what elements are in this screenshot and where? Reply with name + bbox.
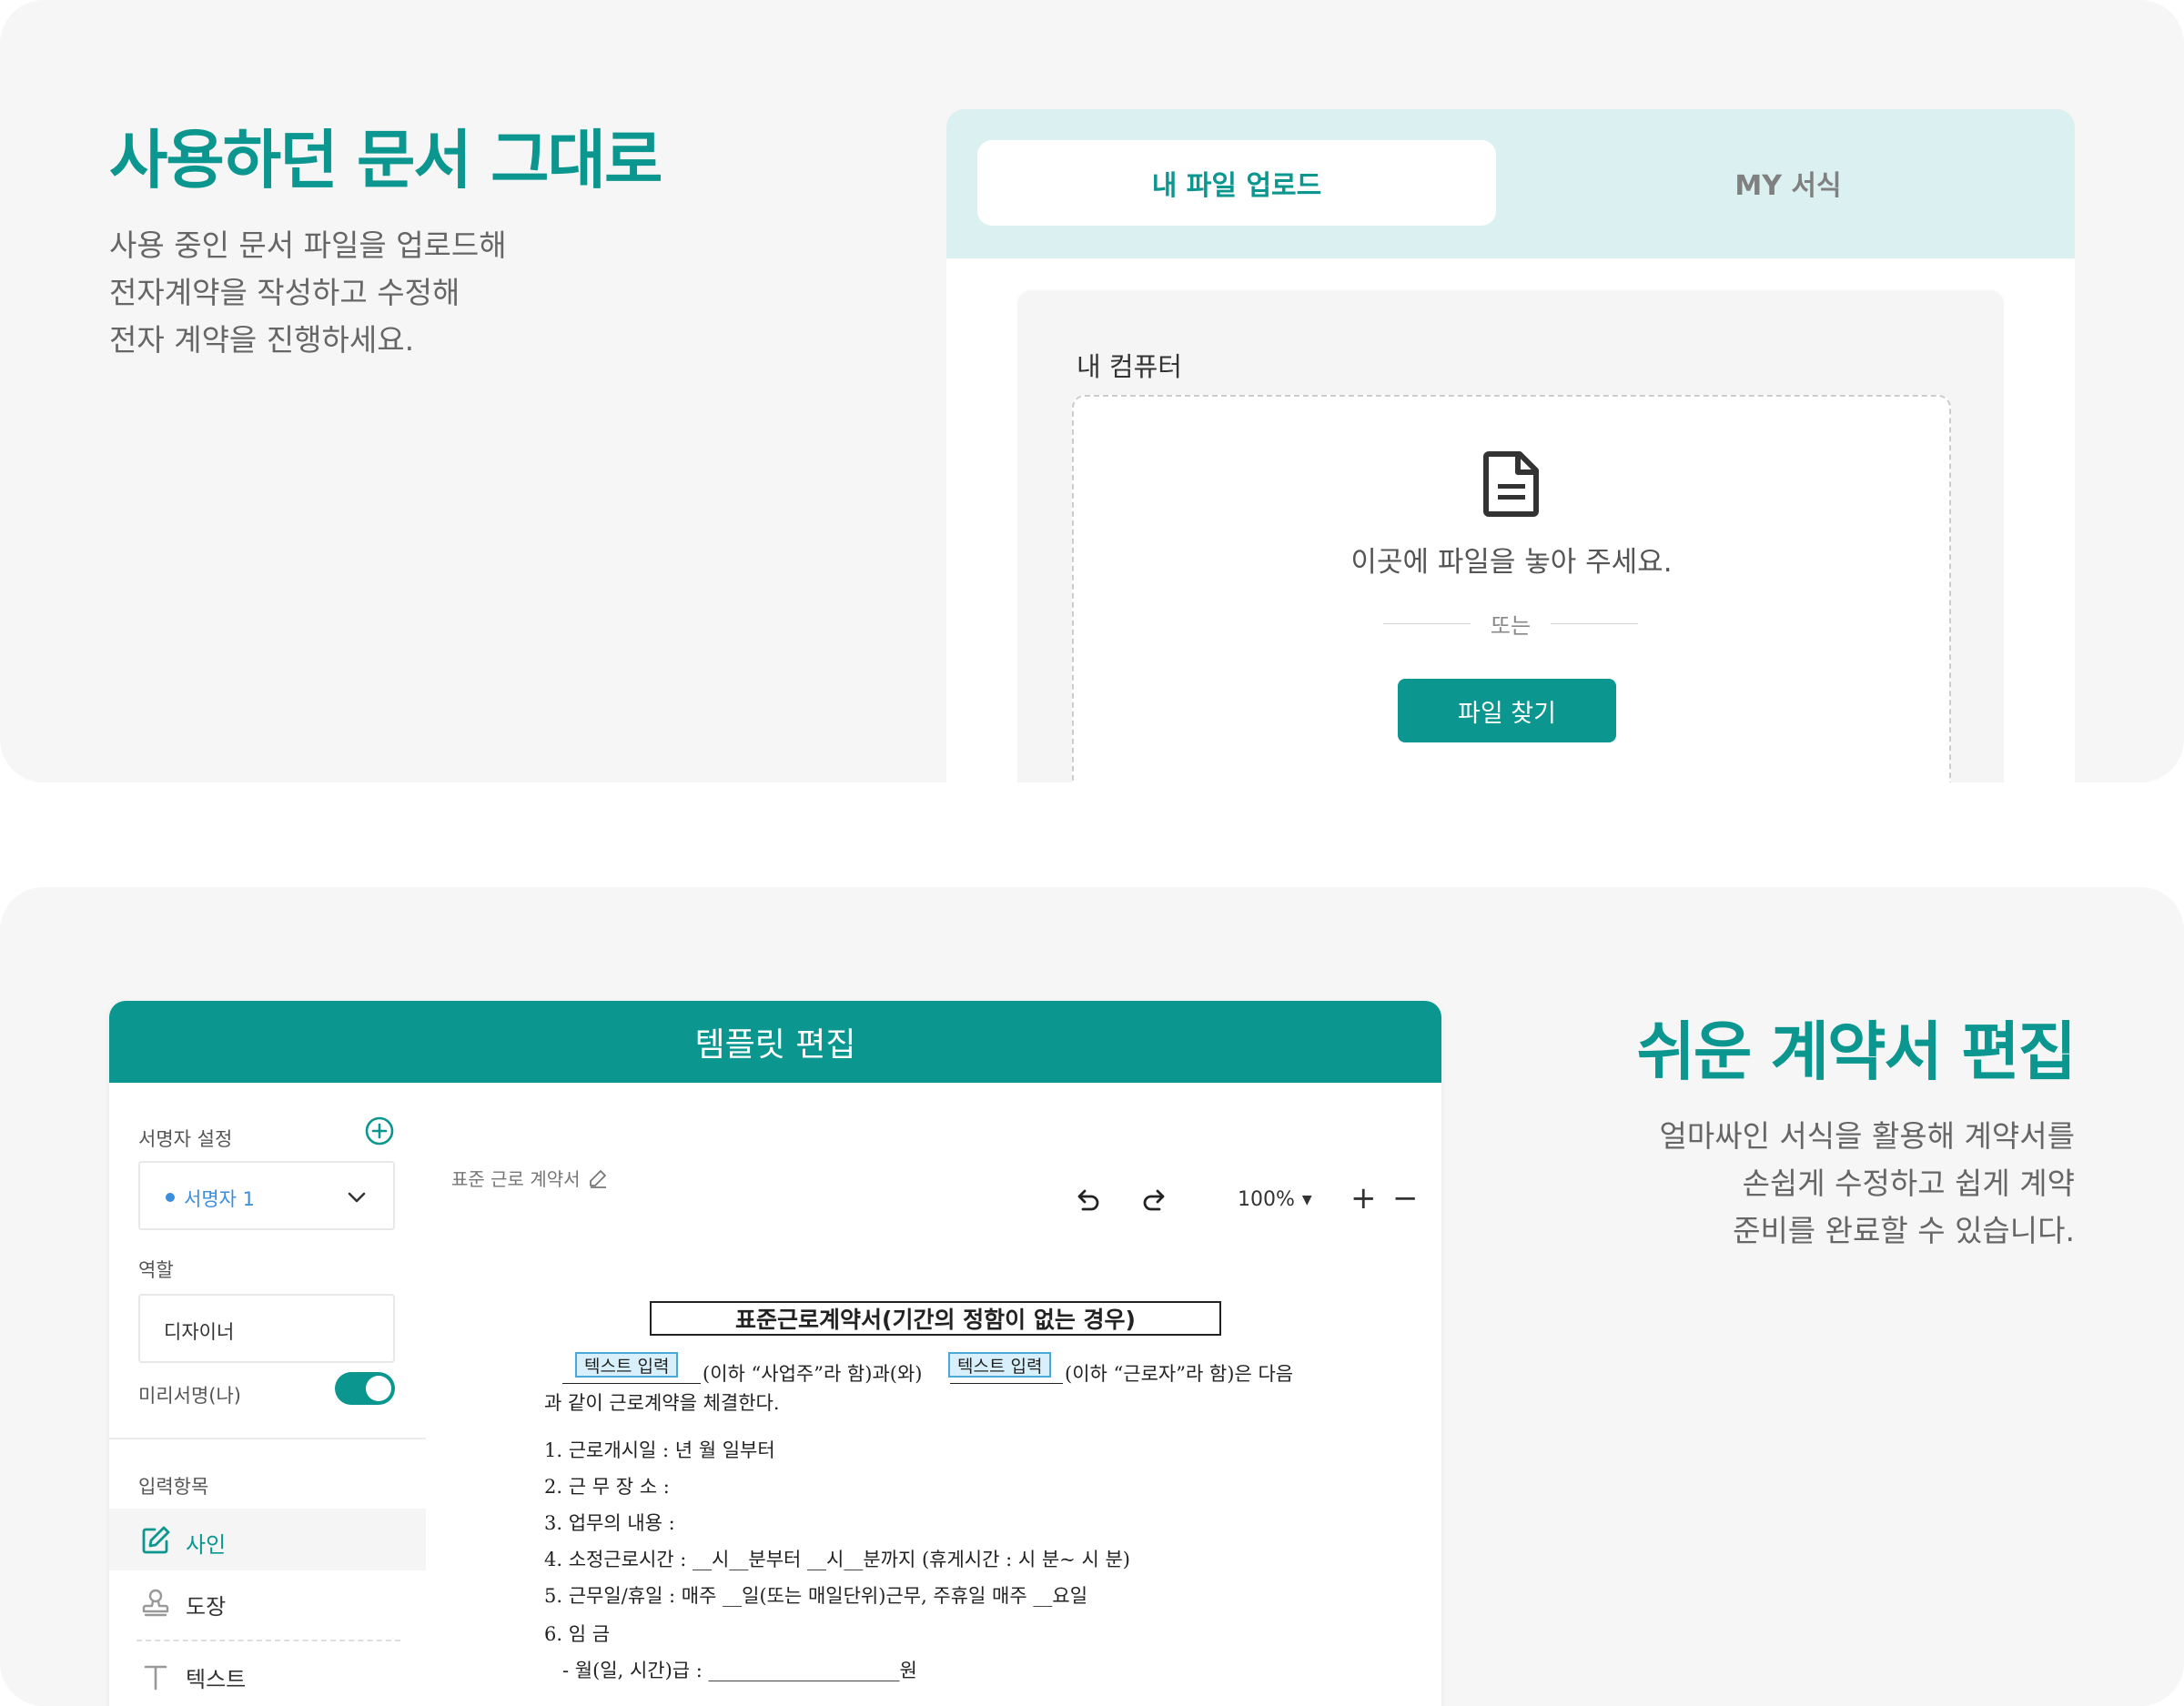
editor-header: 템플릿 편집 (109, 1001, 1441, 1083)
editor-sidebar: 서명자 설정 서명자 1 역할 디자이너 미리서명(나) 입력항목 사인 도장 … (109, 1083, 426, 1706)
tab-my-forms[interactable]: MY 서식 (1529, 140, 2048, 226)
file-dropzone[interactable]: 이곳에 파일을 놓아 주세요. 또는 파일 찾기 (1072, 395, 1951, 782)
preview-sign-toggle[interactable] (335, 1372, 395, 1405)
document-line: 3. 업무의 내용 : (544, 1512, 675, 1534)
redo-icon[interactable] (1139, 1185, 1170, 1216)
find-file-button[interactable]: 파일 찾기 (1398, 679, 1616, 742)
signer-color-dot (166, 1193, 175, 1202)
zoom-in-button[interactable]: + (1350, 1183, 1377, 1214)
desc-line: 손쉽게 수정하고 쉽게 계약 (1742, 1166, 2075, 1201)
role-label: 역할 (138, 1259, 174, 1281)
preview-sign-label: 미리서명(나) (138, 1385, 241, 1407)
toggle-knob (366, 1376, 391, 1401)
input-item-label: 도장 (186, 1594, 227, 1620)
chevron-down-icon (348, 1192, 366, 1203)
upload-tab-bar: 내 파일 업로드 MY 서식 (946, 109, 2075, 258)
input-item-stamp[interactable]: 도장 (109, 1570, 426, 1632)
drop-instruction: 이곳에 파일을 놓아 주세요. (1350, 546, 1673, 579)
or-divider: 또는 (1383, 608, 1639, 640)
role-input[interactable]: 디자이너 (138, 1294, 395, 1363)
input-item-text-label[interactable]: 텍스트 (186, 1661, 246, 1693)
upload-panel: 내 파일 업로드 MY 서식 내 컴퓨터 이곳에 파일을 놓아 주세요. 또는 … (946, 109, 2075, 782)
document-line: 6. 임 금 (544, 1623, 611, 1645)
section-desc-upload: 사용 중인 문서 파일을 업로드해 전자계약을 작성하고 수정해 전자 계약을 … (109, 222, 507, 364)
signer-settings-label: 서명자 설정 (138, 1128, 233, 1150)
zoom-select[interactable]: 100% ▼ (1238, 1188, 1312, 1211)
blank-underline (950, 1383, 1063, 1384)
tab-upload-my-file[interactable]: 내 파일 업로드 (977, 140, 1496, 226)
document-title: 표준근로계약서(기간의 정함이 없는 경우) (650, 1301, 1221, 1336)
desc-line: 얼마싸인 서식을 활용해 계약서를 (1659, 1118, 2075, 1154)
document-line: 4. 소정근로시간 : __시__분부터 __시__분까지 (휴게시간 : 시 … (544, 1549, 1130, 1570)
undo-icon[interactable] (1072, 1185, 1103, 1216)
desc-line: 사용 중인 문서 파일을 업로드해 (109, 227, 507, 263)
document-text: 과 같이 근로계약을 체결한다. (544, 1392, 780, 1414)
zoom-out-button[interactable]: − (1392, 1183, 1419, 1214)
or-text: 또는 (1490, 613, 1532, 639)
section-title-upload: 사용하던 문서 그대로 (109, 123, 662, 197)
upload-feature-card: 사용하던 문서 그대로 사용 중인 문서 파일을 업로드해 전자계약을 작성하고… (0, 0, 2184, 782)
input-item-sign[interactable]: 사인 (109, 1509, 426, 1570)
add-circle-icon[interactable] (364, 1115, 395, 1146)
document-line: 1. 근로개시일 : 년 월 일부터 (544, 1439, 775, 1461)
edit-sign-icon (142, 1526, 170, 1554)
document-text: (이하 “근로자”라 함)은 다음 (1065, 1363, 1294, 1385)
document-name-text: 표준 근로 계약서 (451, 1168, 581, 1190)
document-line: - 월(일, 시간)급 : ____________________원 (562, 1660, 917, 1681)
caret-down-icon: ▼ (1301, 1192, 1312, 1207)
stamp-icon (142, 1589, 169, 1617)
blank-underline (562, 1383, 701, 1384)
file-document-icon (1483, 451, 1539, 517)
pencil-icon[interactable] (588, 1168, 608, 1188)
zoom-value: 100% (1238, 1188, 1295, 1211)
my-computer-label: 내 컴퓨터 (1077, 351, 1182, 382)
desc-line: 준비를 완료할 수 있습니다. (1733, 1213, 2075, 1248)
document-line: 2. 근 무 장 소 : (544, 1476, 670, 1498)
desc-line: 전자 계약을 진행하세요. (109, 322, 415, 358)
text-input-field[interactable]: 텍스트 입력 (948, 1352, 1052, 1378)
document-text: (이하 “사업주”라 함)과(와) (703, 1363, 923, 1385)
signer-select[interactable]: 서명자 1 (138, 1161, 395, 1230)
input-item-divider (136, 1640, 400, 1641)
sidebar-divider (109, 1438, 426, 1439)
desc-line: 전자계약을 작성하고 수정해 (109, 275, 460, 310)
input-items-label: 입력항목 (138, 1476, 209, 1498)
my-computer-box: 내 컴퓨터 이곳에 파일을 놓아 주세요. 또는 파일 찾기 (1019, 291, 2002, 782)
role-input-value: 디자이너 (164, 1321, 235, 1343)
text-icon (144, 1665, 167, 1691)
section-desc-edit: 얼마싸인 서식을 활용해 계약서를 손쉽게 수정하고 쉽게 계약 준비를 완료할… (1659, 1113, 2075, 1255)
edit-feature-card: 쉬운 계약서 편집 얼마싸인 서식을 활용해 계약서를 손쉽게 수정하고 쉽게 … (0, 887, 2184, 1706)
signer-select-value: 서명자 1 (184, 1188, 255, 1210)
document-name[interactable]: 표준 근로 계약서 (451, 1165, 608, 1191)
text-input-field[interactable]: 텍스트 입력 (575, 1352, 679, 1378)
input-item-label: 사인 (186, 1532, 227, 1558)
template-editor: 템플릿 편집 서명자 설정 서명자 1 역할 디자이너 미리서명(나) 입력항목… (109, 1001, 1441, 1706)
document-line: 5. 근무일/휴일 : 매주 __일(또는 매일단위)근무, 주휴일 매주 __… (544, 1585, 1088, 1607)
section-title-edit: 쉬운 계약서 편집 (1636, 1015, 2077, 1089)
